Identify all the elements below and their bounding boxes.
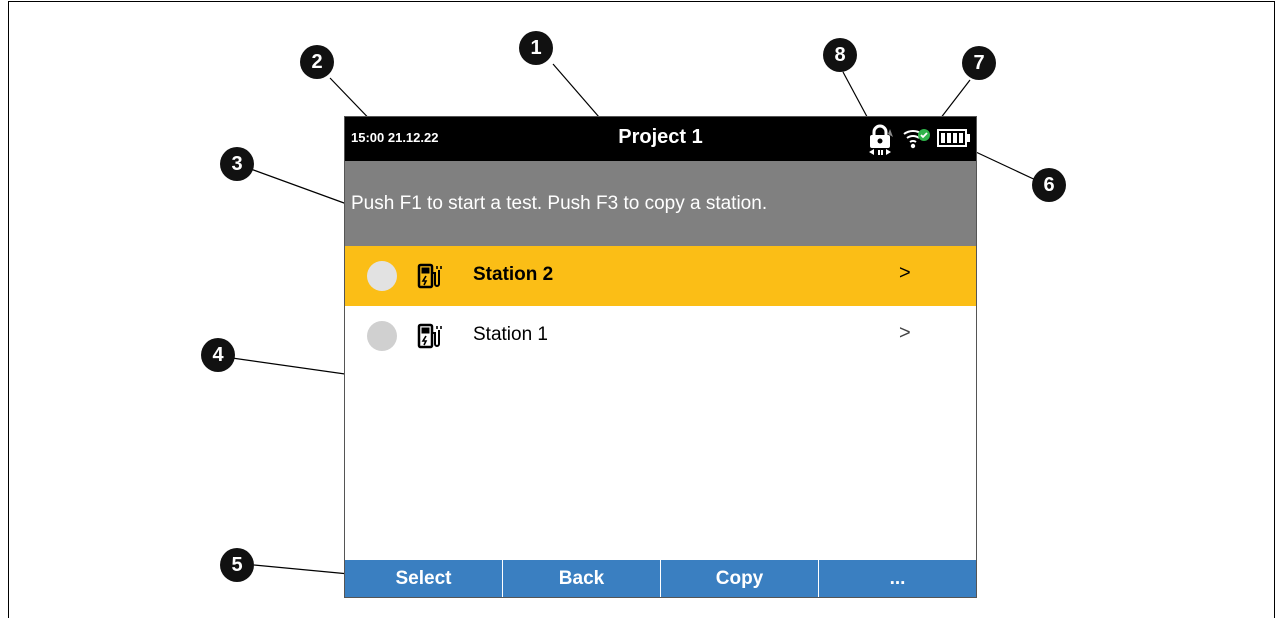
- callout-6: 6: [1032, 168, 1066, 202]
- select-button[interactable]: Select: [345, 560, 503, 597]
- chevron-right-icon: >: [899, 262, 911, 284]
- callout-8: 8: [823, 38, 857, 72]
- ev-charger-icon: [417, 323, 442, 349]
- chevron-right-icon: >: [899, 322, 911, 344]
- callout-7: 7: [962, 46, 996, 80]
- callout-3: 3: [220, 147, 254, 181]
- ev-charger-icon: [417, 263, 442, 289]
- list-item-station-1[interactable]: Station 1 >: [345, 306, 976, 366]
- copy-button[interactable]: Copy: [661, 560, 819, 597]
- callout-2: 2: [300, 45, 334, 79]
- list-item-station-2[interactable]: Station 2 >: [345, 246, 976, 306]
- wifi-connected-icon: [903, 129, 930, 149]
- back-button[interactable]: Back: [503, 560, 661, 597]
- status-circle-icon: [367, 261, 397, 291]
- softkey-bar: Select Back Copy ...: [345, 560, 976, 597]
- station-label: Station 1: [473, 324, 548, 345]
- status-bar: 15:00 21.12.22 Project 1: [345, 117, 976, 161]
- instruction-message: Push F1 to start a test. Push F3 to copy…: [345, 161, 976, 246]
- callout-1: 1: [519, 31, 553, 65]
- station-label: Station 2: [473, 264, 554, 285]
- battery-icon: [937, 129, 970, 147]
- device-screen: 15:00 21.12.22 Project 1 Push F1 to star…: [344, 116, 977, 598]
- callout-4: 4: [201, 338, 235, 372]
- lock-icon: [869, 124, 893, 155]
- status-circle-icon: [367, 321, 397, 351]
- callout-5: 5: [220, 548, 254, 582]
- more-button[interactable]: ...: [819, 560, 976, 597]
